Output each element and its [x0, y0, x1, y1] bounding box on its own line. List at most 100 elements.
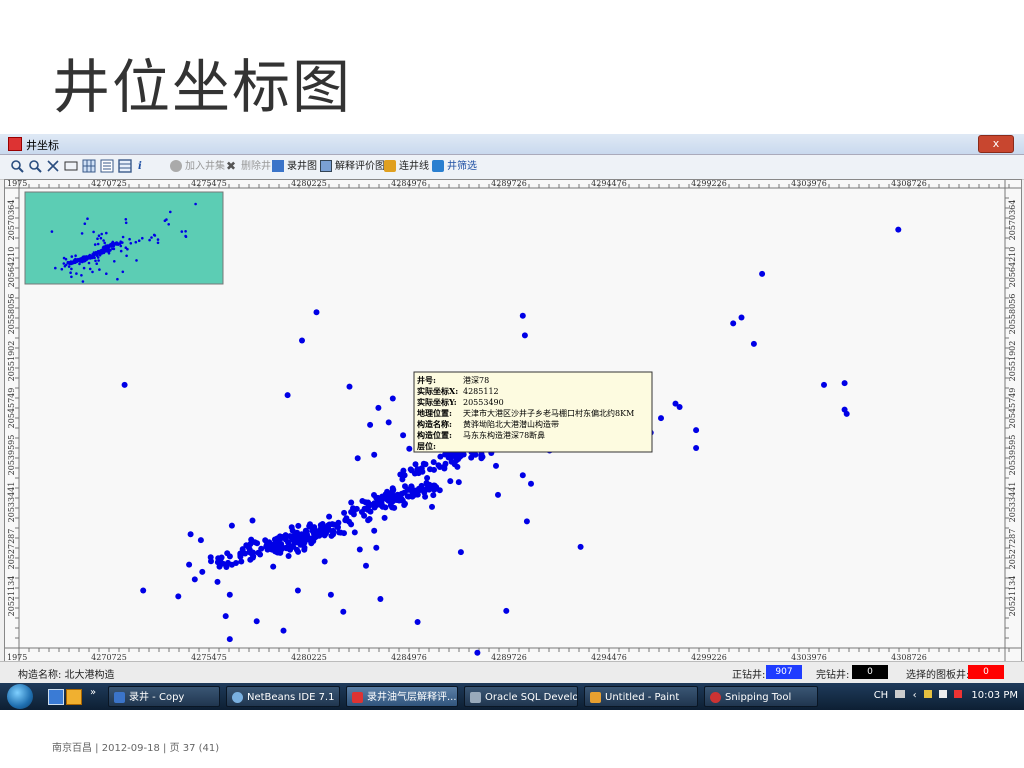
- table-icon[interactable]: [118, 159, 132, 175]
- status-bar: 构造名称: 北大港构造 正钻井: 907 完钻井: 0 选择的图板井: 0: [0, 661, 1024, 684]
- well-point: [306, 523, 313, 530]
- show-desktop-icon[interactable]: [48, 689, 64, 705]
- y-tick-label-left: 20521134: [7, 576, 16, 617]
- minimap-point: [70, 267, 73, 271]
- taskbar-item-oracle-sql[interactable]: Oracle SQL Develop...: [464, 686, 578, 707]
- well-point: [400, 432, 407, 439]
- well-point: [373, 544, 380, 551]
- taskbar-item-paint[interactable]: Untitled - Paint: [584, 686, 698, 707]
- well-point: [335, 519, 342, 526]
- well-point: [445, 454, 452, 461]
- explorer-icon[interactable]: [66, 689, 82, 705]
- well-scatter-plot[interactable]: 1975 1975 4270725 4270725 4275475 4275475 4280…: [4, 179, 1022, 665]
- interpretation-chart-button[interactable]: 解释评价图: [320, 159, 385, 175]
- well-point: [435, 462, 442, 469]
- scatter-canvas[interactable]: 1975197542707254270725427547542754754280…: [5, 180, 1021, 664]
- clock[interactable]: 10:03 PM: [971, 690, 1018, 701]
- well-point: [441, 463, 448, 470]
- taskbar-item-log-copy[interactable]: 录井 - Copy: [108, 686, 220, 707]
- chevron-left-icon[interactable]: ‹: [913, 690, 917, 701]
- delete-well-button[interactable]: ✖ 删除井: [226, 159, 271, 175]
- well-point: [523, 518, 530, 525]
- close-button[interactable]: x: [978, 135, 1014, 153]
- well-point: [371, 527, 378, 534]
- minimap-point: [82, 266, 86, 270]
- minimap-point: [121, 270, 125, 274]
- window-titlebar[interactable]: 井坐标 x: [0, 134, 1024, 155]
- zoom-in-icon[interactable]: [10, 159, 24, 175]
- network-icon[interactable]: [938, 690, 947, 698]
- grid-icon[interactable]: [82, 159, 96, 175]
- well-point: [759, 270, 766, 277]
- y-tick-label-right: 20545749: [1008, 388, 1017, 429]
- well-point: [228, 522, 235, 529]
- well-point: [327, 591, 334, 598]
- well-coordinate-window: 井坐标 x i 加入井集 ✖ 删除井 录井图 解释评价图 连井线 井筛选 197…: [0, 134, 1024, 710]
- well-point: [258, 545, 265, 552]
- taskbar-item-snipping-tool[interactable]: Snipping Tool: [704, 686, 818, 707]
- info-icon[interactable]: i: [138, 159, 142, 175]
- x-tick-label-top: 4289726: [491, 180, 527, 188]
- more-icon[interactable]: »: [90, 687, 96, 698]
- connect-line-button[interactable]: 连井线: [384, 159, 429, 175]
- x-tick-label-top: 4303976: [791, 180, 827, 188]
- well-point: [431, 466, 437, 473]
- minimap-point: [75, 272, 78, 275]
- well-point: [377, 596, 384, 602]
- minimap-point: [97, 259, 100, 262]
- well-point: [423, 486, 430, 493]
- rectangle-icon[interactable]: [64, 159, 78, 175]
- drilling-count: 907: [766, 665, 802, 679]
- keyboard-icon[interactable]: [895, 690, 906, 698]
- well-point: [340, 608, 347, 615]
- y-tick-label-left: 20564210: [7, 247, 16, 288]
- well-point: [406, 445, 413, 452]
- well-point: [253, 618, 260, 625]
- well-point: [350, 505, 356, 512]
- minimap-point: [135, 259, 138, 262]
- fit-extent-icon[interactable]: [46, 159, 60, 175]
- well-point: [175, 593, 182, 600]
- minimap-point: [81, 280, 85, 283]
- language-indicator[interactable]: CH: [874, 690, 889, 701]
- minimap-point: [184, 230, 187, 233]
- minimap-point: [124, 218, 128, 221]
- minimap-point: [150, 236, 153, 239]
- list-icon[interactable]: [100, 159, 114, 175]
- start-button[interactable]: [7, 684, 33, 709]
- completed-label: 完钻井:: [816, 670, 850, 681]
- volume-icon[interactable]: [954, 690, 963, 698]
- well-point: [214, 578, 221, 585]
- add-well-button[interactable]: 加入井集: [170, 159, 225, 175]
- minimap-point: [93, 243, 97, 246]
- minimap-point: [163, 219, 167, 222]
- x-tick-label-top: 4299226: [691, 180, 727, 188]
- well-point: [348, 499, 355, 506]
- log-chart-button[interactable]: 录井图: [272, 159, 317, 175]
- well-point: [521, 332, 528, 339]
- y-tick-label-right: 20533441: [1008, 482, 1017, 523]
- well-point: [284, 392, 291, 399]
- minimap-point: [91, 270, 94, 274]
- tooltip-value: 港深78: [463, 375, 489, 385]
- y-tick-label-left: 20558056: [7, 294, 16, 335]
- completed-count: 0: [852, 665, 888, 679]
- minimap-point: [94, 259, 97, 263]
- system-tray: CH ‹ 10:03 PM: [874, 690, 1018, 701]
- minimap-point: [74, 254, 77, 257]
- y-tick-label-right: 20527287: [1008, 529, 1017, 570]
- well-point: [280, 627, 287, 634]
- well-point: [373, 502, 380, 509]
- well-filter-button[interactable]: 井筛选: [432, 159, 477, 175]
- lock-icon[interactable]: [923, 690, 932, 698]
- well-point: [381, 514, 388, 521]
- taskbar-item-log-interpretation[interactable]: 录井油气层解释评...: [346, 686, 458, 707]
- x-tick-label-top: 4270725: [91, 180, 127, 188]
- well-point: [317, 522, 324, 529]
- minimap-point: [62, 256, 66, 260]
- minimap-point: [121, 235, 125, 239]
- zoom-out-icon[interactable]: [28, 159, 42, 175]
- well-point: [384, 496, 391, 502]
- taskbar-item-netbeans[interactable]: NetBeans IDE 7.1: [226, 686, 340, 707]
- well-point: [321, 558, 328, 565]
